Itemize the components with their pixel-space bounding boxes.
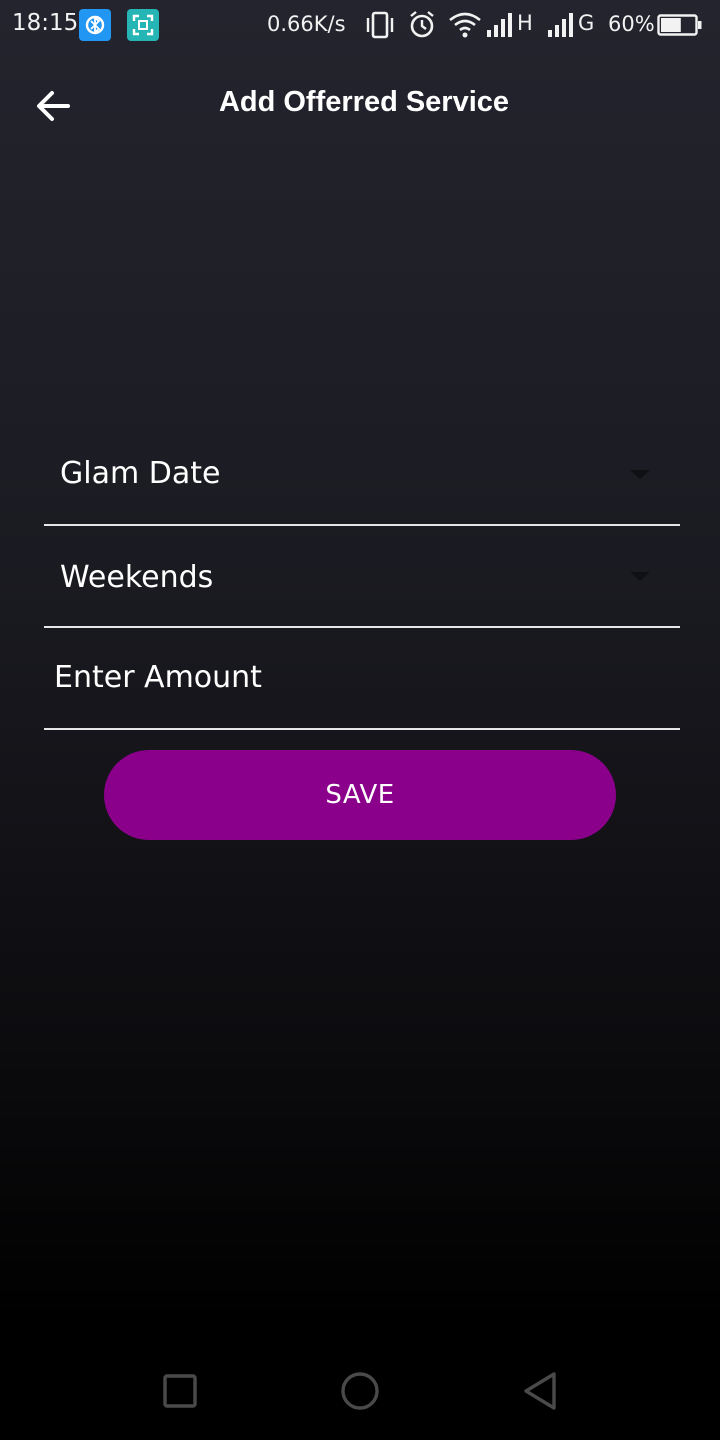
service-select[interactable]: Glam Date [44,428,680,526]
amount-input[interactable]: Enter Amount [44,630,680,730]
status-time: 18:15 [12,10,79,36]
service-select-value: Glam Date [60,456,221,491]
page-title: Add Offerred Service [218,86,510,118]
home-icon[interactable] [338,1368,382,1419]
dropdown-arrow-icon [630,572,650,581]
battery-percent: 60% [608,12,655,36]
app-bluetooth-icon [79,9,111,41]
signal-icon [546,10,576,45]
back-icon[interactable] [518,1368,562,1419]
dropdown-arrow-icon [630,470,650,479]
recent-apps-icon[interactable] [160,1368,200,1419]
save-button[interactable]: SAVE [104,750,616,840]
signal2-type: G [578,11,595,35]
battery-fill [661,18,681,32]
signal-icon [485,10,515,45]
amount-placeholder: Enter Amount [54,660,262,695]
wifi-icon [448,10,482,45]
app-scan-icon [127,9,159,41]
network-speed: 0.66K/s [267,12,346,36]
signal1-type: H [517,11,533,35]
vibrate-icon [364,10,396,45]
battery-icon [657,13,703,42]
schedule-select[interactable]: Weekends [44,528,680,628]
schedule-select-value: Weekends [60,560,214,595]
status-bar: 18:15 0.66K/s H G 60% [0,0,720,50]
alarm-icon [407,10,437,45]
